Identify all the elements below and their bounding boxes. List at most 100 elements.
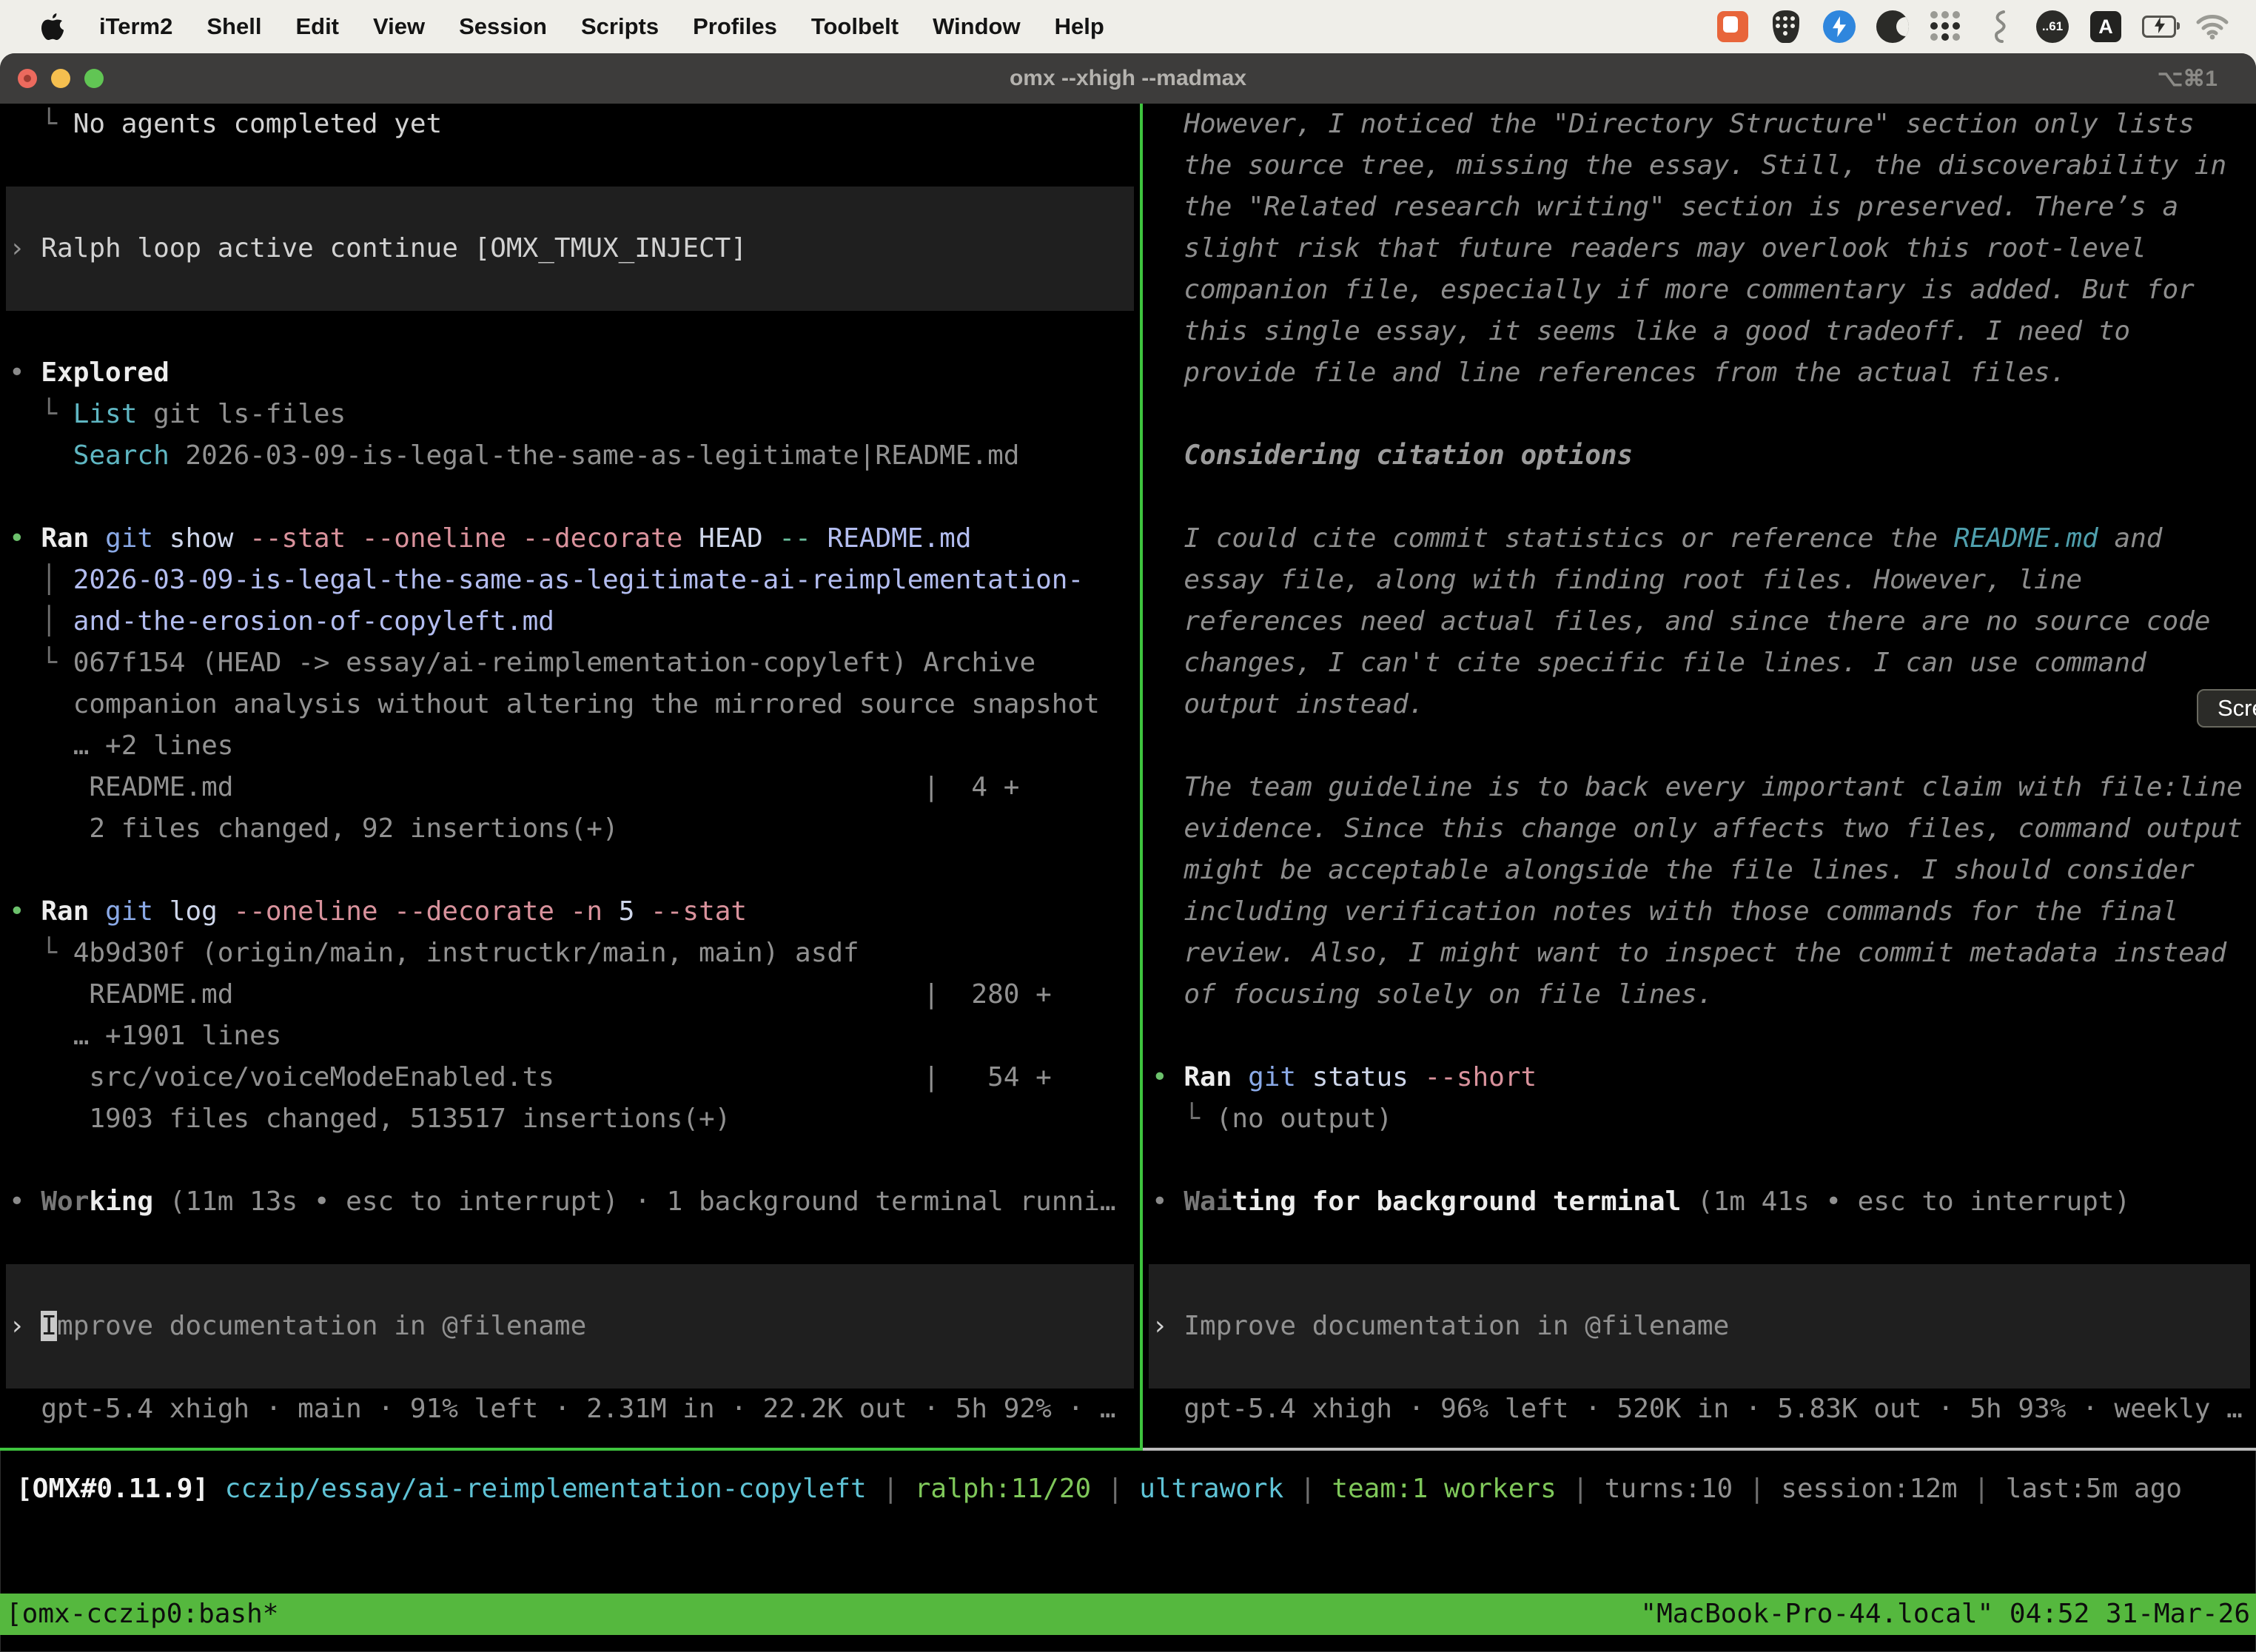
window-title: omx --xhigh --madmax bbox=[0, 66, 2256, 91]
menu-item-view[interactable]: View bbox=[373, 13, 425, 40]
terminal-line: README.md | 4 + bbox=[0, 767, 1140, 808]
prompt-input-box[interactable]: › Improve documentation in @filename bbox=[6, 1264, 1134, 1389]
window-shortcut-hint: ⌥⌘1 bbox=[2158, 66, 2218, 92]
terminal-line bbox=[0, 1223, 1140, 1264]
dot-grid-icon[interactable] bbox=[1929, 10, 1963, 44]
prompt-input-box[interactable]: › Ralph loop active continue [OMX_TMUX_I… bbox=[6, 187, 1134, 311]
terminal-line: slight risk that future readers may over… bbox=[1143, 228, 2256, 269]
terminal-line: … +2 lines bbox=[0, 725, 1140, 767]
lightning-badge-icon[interactable] bbox=[1822, 10, 1856, 44]
terminal-line: › Improve documentation in @filename bbox=[1149, 1306, 1729, 1347]
terminal-line: └ 067f154 (HEAD -> essay/ai-reimplementa… bbox=[0, 642, 1140, 684]
menu-item-edit[interactable]: Edit bbox=[295, 13, 339, 40]
menu-item-toolbelt[interactable]: Toolbelt bbox=[811, 13, 899, 40]
menu-items: iTerm2 Shell Edit View Session Scripts Profile… bbox=[99, 13, 1104, 40]
terminal-line: evidence. Since this change only affects… bbox=[1143, 808, 2256, 850]
terminal-line: might be acceptable alongside the file l… bbox=[1143, 850, 2256, 891]
menu-item-iterm2[interactable]: iTerm2 bbox=[99, 13, 172, 40]
terminal-line: output instead. bbox=[1143, 684, 2256, 725]
terminal-line: 1903 files changed, 513517 insertions(+) bbox=[0, 1098, 1140, 1140]
terminal-line: the "Related research writing" section i… bbox=[1143, 187, 2256, 228]
apple-logo-icon[interactable] bbox=[40, 12, 65, 41]
terminal-line: changes, I can't cite specific file line… bbox=[1143, 642, 2256, 684]
menu-item-scripts[interactable]: Scripts bbox=[581, 13, 659, 40]
left-pane[interactable]: └ No agents completed yet › Ralph loop ac… bbox=[0, 104, 1140, 1448]
battery-charging-icon[interactable] bbox=[2142, 10, 2176, 44]
input-source-a-icon[interactable]: A bbox=[2089, 10, 2123, 44]
tmux-host-clock: "MacBook-Pro-44.local" 04:52 31-Mar-26 bbox=[1640, 1594, 2250, 1635]
terminal-line: companion file, especially if more comme… bbox=[1143, 269, 2256, 311]
menu-item-profiles[interactable]: Profiles bbox=[693, 13, 777, 40]
terminal-line: │ 2026-03-09-is-legal-the-same-as-legiti… bbox=[0, 560, 1140, 601]
terminal-line: └ 4b9d30f (origin/main, instructkr/main,… bbox=[0, 933, 1140, 974]
menu-bar: iTerm2 Shell Edit View Session Scripts Profile… bbox=[0, 0, 2256, 53]
terminal-line: › Improve documentation in @filename bbox=[6, 1306, 586, 1347]
terminal-line: references need actual files, and since … bbox=[1143, 601, 2256, 642]
terminal-line bbox=[0, 477, 1140, 518]
terminal-line: of focusing solely on file lines. bbox=[1143, 974, 2256, 1015]
terminal-line: • Ran git log --oneline --decorate -n 5 … bbox=[0, 891, 1140, 933]
window-titlebar[interactable]: omx --xhigh --madmax ⌥⌘1 bbox=[0, 53, 2256, 104]
omx-status-bar: [OMX#0.11.9] cczip/essay/ai-reimplementa… bbox=[7, 1468, 2256, 1513]
terminal-line: the source tree, missing the essay. Stil… bbox=[1143, 145, 2256, 187]
zoom-button[interactable] bbox=[84, 69, 104, 88]
chat-bubble-icon[interactable] bbox=[1716, 10, 1750, 44]
pie-timer-icon[interactable] bbox=[1876, 10, 1910, 44]
terminal-line: I could cite commit statistics or refere… bbox=[1143, 518, 2256, 560]
terminal-line: companion analysis without altering the … bbox=[0, 684, 1140, 725]
terminal-line: gpt-5.4 xhigh · main · 91% left · 2.31M … bbox=[0, 1389, 1140, 1430]
terminal-line: Search 2026-03-09-is-legal-the-same-as-l… bbox=[0, 435, 1140, 477]
minimize-button[interactable] bbox=[51, 69, 70, 88]
terminal-line: essay file, along with finding root file… bbox=[1143, 560, 2256, 601]
traffic-lights bbox=[18, 69, 104, 88]
terminal-line bbox=[1143, 725, 2256, 767]
terminal-line: However, I noticed the "Directory Struct… bbox=[1143, 104, 2256, 145]
tmux-session-label: [omx-cczip0:bash* bbox=[6, 1594, 278, 1635]
terminal-line: └ (no output) bbox=[1143, 1098, 2256, 1140]
menu-item-help[interactable]: Help bbox=[1055, 13, 1104, 40]
left-pane-bottom-border bbox=[0, 1448, 1143, 1451]
terminal-line: provide file and line references from th… bbox=[1143, 352, 2256, 394]
terminal-line: │ and-the-erosion-of-copyleft.md bbox=[0, 601, 1140, 642]
terminal-line: • Ran git show --stat --oneline --decora… bbox=[0, 518, 1140, 560]
right-pane-bottom-border bbox=[1143, 1448, 2256, 1451]
terminal-line: • Waiting for background terminal (1m 41… bbox=[1143, 1181, 2256, 1223]
menubar-status-icons: ..61 A bbox=[1716, 10, 2229, 44]
terminal-line: … +1901 lines bbox=[0, 1015, 1140, 1057]
terminal-line bbox=[1143, 1223, 2256, 1264]
terminal-line: • Ran git status --short bbox=[1143, 1057, 2256, 1098]
menu-item-shell[interactable]: Shell bbox=[207, 13, 261, 40]
terminal-line bbox=[0, 311, 1140, 352]
terminal-line bbox=[0, 145, 1140, 187]
terminal-line: gpt-5.4 xhigh · 96% left · 520K in · 5.8… bbox=[1143, 1389, 2256, 1430]
prompt-input-box[interactable]: › Improve documentation in @filename bbox=[1149, 1264, 2250, 1389]
terminal-line: • Working (11m 13s • esc to interrupt) ·… bbox=[0, 1181, 1140, 1223]
terminal-line bbox=[0, 850, 1140, 891]
menu-item-session[interactable]: Session bbox=[459, 13, 547, 40]
iterm-window: omx --xhigh --madmax ⌥⌘1 └ No agents com… bbox=[0, 53, 2256, 1652]
hook-squiggle-icon[interactable] bbox=[1982, 10, 2016, 44]
terminal-line bbox=[1143, 394, 2256, 435]
battery-61-icon[interactable]: ..61 bbox=[2035, 10, 2069, 44]
terminal-line: • Explored bbox=[0, 352, 1140, 394]
terminal-line: including verification notes with those … bbox=[1143, 891, 2256, 933]
terminal-line: › Ralph loop active continue [OMX_TMUX_I… bbox=[6, 228, 747, 269]
terminal-line: README.md | 280 + bbox=[0, 974, 1140, 1015]
terminal-line: Considering citation options bbox=[1143, 435, 2256, 477]
right-pane[interactable]: However, I noticed the "Directory Struct… bbox=[1143, 104, 2256, 1448]
menu-item-window[interactable]: Window bbox=[933, 13, 1021, 40]
close-button[interactable] bbox=[18, 69, 37, 88]
terminal-line bbox=[1143, 477, 2256, 518]
screen-tooltip: Scre bbox=[2197, 689, 2256, 728]
terminal-line bbox=[1143, 1015, 2256, 1057]
terminal-line: review. Also, I might want to inspect th… bbox=[1143, 933, 2256, 974]
terminal-line: └ No agents completed yet bbox=[0, 104, 1140, 145]
terminal-line bbox=[1143, 1140, 2256, 1181]
terminal-line: 2 files changed, 92 insertions(+) bbox=[0, 808, 1140, 850]
terminal-line: [OMX#0.11.9] cczip/essay/ai-reimplementa… bbox=[7, 1468, 2256, 1510]
terminal-line: this single essay, it seems like a good … bbox=[1143, 311, 2256, 352]
wifi-icon[interactable] bbox=[2195, 10, 2229, 44]
terminal-line: The team guideline is to back every impo… bbox=[1143, 767, 2256, 808]
shield-grid-icon[interactable] bbox=[1769, 10, 1803, 44]
terminal-line bbox=[0, 1140, 1140, 1181]
